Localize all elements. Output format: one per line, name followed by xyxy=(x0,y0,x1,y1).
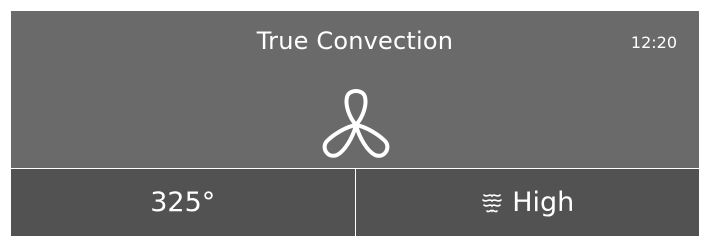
mode-title[interactable]: True Convection xyxy=(11,27,699,55)
temperature-button[interactable]: 325° xyxy=(11,169,356,236)
convection-icon xyxy=(482,193,503,213)
clock: 12:20 xyxy=(630,33,677,52)
mode-header: True Convection 12:20 xyxy=(11,11,699,168)
fan-icon xyxy=(322,89,390,158)
oven-display: True Convection 12:20 325° High xyxy=(10,10,700,237)
fan-speed-label: High xyxy=(512,187,575,218)
control-bar: 325° High xyxy=(11,168,699,236)
fan-speed-button[interactable]: High xyxy=(355,169,699,236)
temperature-value: 325° xyxy=(150,187,216,218)
